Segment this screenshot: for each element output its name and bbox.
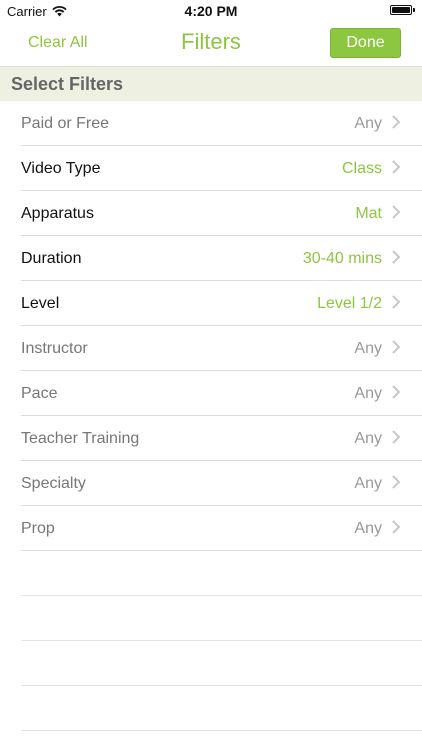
- filter-label: Pace: [21, 385, 58, 402]
- filter-value: Mat: [355, 205, 382, 222]
- filter-row-video-type[interactable]: Video Type Class: [0, 146, 422, 191]
- filter-value: Level 1/2: [317, 295, 382, 312]
- chevron-right-icon: [392, 160, 401, 174]
- filter-label: Specialty: [21, 475, 86, 492]
- filter-value: Any: [354, 340, 382, 357]
- chevron-right-icon: [392, 340, 401, 354]
- filter-row-teacher-training[interactable]: Teacher Training Any: [0, 416, 422, 461]
- filter-value: Any: [354, 520, 382, 537]
- status-bar: Carrier 4:20 PM: [0, 0, 422, 22]
- filter-label: Paid or Free: [21, 115, 110, 132]
- filter-row-instructor[interactable]: Instructor Any: [0, 326, 422, 371]
- empty-row: [0, 596, 422, 641]
- chevron-right-icon: [392, 295, 401, 309]
- filter-row-specialty[interactable]: Specialty Any: [0, 461, 422, 506]
- filter-list: Paid or Free Any Video Type Class Appara…: [0, 101, 422, 731]
- filter-value: 30-40 mins: [302, 250, 382, 267]
- filter-label: Prop: [21, 520, 55, 537]
- clear-all-button[interactable]: Clear All: [28, 34, 88, 52]
- nav-bar: Clear All Filters Done: [0, 22, 422, 66]
- status-time: 4:20 PM: [184, 3, 238, 19]
- filter-label: Teacher Training: [21, 430, 140, 447]
- filter-label: Level: [21, 295, 60, 312]
- section-title: Select Filters: [11, 74, 124, 94]
- empty-row: [0, 551, 422, 596]
- section-header: Select Filters: [0, 66, 422, 101]
- filter-row-pace[interactable]: Pace Any: [0, 371, 422, 416]
- done-button[interactable]: Done: [330, 28, 401, 58]
- battery-fill: [392, 7, 410, 13]
- battery-body: [390, 5, 412, 15]
- filter-value: Any: [354, 385, 382, 402]
- filter-label: Video Type: [21, 160, 101, 177]
- chevron-right-icon: [392, 250, 401, 264]
- empty-row: [0, 641, 422, 686]
- filter-value: Class: [341, 160, 382, 177]
- battery-icon: [390, 5, 415, 15]
- empty-row: [0, 686, 422, 731]
- filter-row-apparatus[interactable]: Apparatus Mat: [0, 191, 422, 236]
- battery-tip: [413, 8, 415, 12]
- filter-row-paid-or-free[interactable]: Paid or Free Any: [0, 101, 422, 146]
- filter-label: Apparatus: [21, 205, 94, 222]
- filter-value: Any: [354, 115, 382, 132]
- filter-row-duration[interactable]: Duration 30-40 mins: [0, 236, 422, 281]
- filter-value: Any: [354, 475, 382, 492]
- filter-row-level[interactable]: Level Level 1/2: [0, 281, 422, 326]
- filter-label: Duration: [21, 250, 82, 267]
- chevron-right-icon: [392, 205, 401, 219]
- chevron-right-icon: [392, 430, 401, 444]
- chevron-right-icon: [392, 115, 401, 129]
- filter-label: Instructor: [21, 340, 88, 357]
- chevron-right-icon: [392, 475, 401, 489]
- filter-value: Any: [354, 430, 382, 447]
- chevron-right-icon: [392, 520, 401, 534]
- filter-row-prop[interactable]: Prop Any: [0, 506, 422, 551]
- chevron-right-icon: [392, 385, 401, 399]
